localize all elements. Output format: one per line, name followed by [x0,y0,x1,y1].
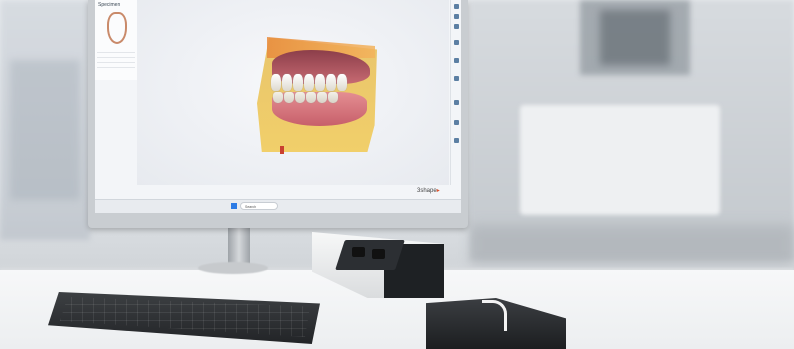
brand-text: 3shape [417,188,437,194]
brand-logo: 3shape▸ [417,187,440,194]
monitor-screen: Specimen 3shape▸ Search [95,0,461,213]
tool-icon[interactable] [454,24,459,29]
tooth [284,92,294,103]
tooth [282,74,292,91]
tooth [273,92,283,103]
tooth [337,74,347,91]
tool-icon[interactable] [454,120,459,125]
taskbar-search-input[interactable]: Search [240,202,278,210]
windows-taskbar [95,199,461,213]
tool-icon[interactable] [454,14,459,19]
tooth [306,92,316,103]
tool-icon[interactable] [454,100,459,105]
tool-icon[interactable] [454,40,459,45]
tooth [271,74,281,91]
tool-icon[interactable] [454,58,459,63]
tooth [328,92,338,103]
tool-icon[interactable] [454,4,459,9]
right-toolbar[interactable] [450,0,461,185]
lower-teeth [273,92,338,103]
dock-slot [352,247,365,257]
layer-list[interactable] [97,48,135,68]
tooth [317,92,327,103]
tooth [326,74,336,91]
tooth [293,74,303,91]
dock-slot [372,249,385,259]
background-window [10,60,80,200]
tool-icon[interactable] [454,76,459,81]
model-tag [280,146,284,154]
status-bar [95,185,461,199]
machine-shadow [470,225,794,265]
windows-start-icon[interactable] [231,203,237,209]
tool-icon[interactable] [454,138,459,143]
specimen-panel[interactable]: Specimen [95,0,138,80]
tooth [315,74,325,91]
monitor-stand-base [198,262,268,274]
machine-door [520,105,720,215]
machine-display [600,10,670,65]
brand-mark-icon: ▸ [436,188,440,194]
list-item[interactable] [97,63,135,68]
3d-viewport[interactable] [137,0,449,185]
tooth [304,74,314,91]
tooth [295,92,305,103]
panel-title: Specimen [98,2,121,8]
jaw-outline-icon[interactable] [107,12,127,44]
scanner-dock-top [335,240,405,270]
scanner-cable [482,300,507,331]
